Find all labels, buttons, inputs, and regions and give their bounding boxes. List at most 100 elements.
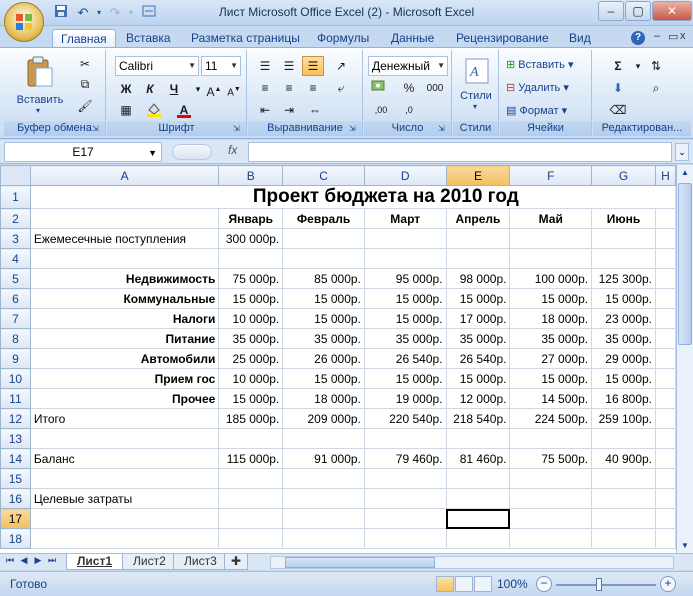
cell[interactable]	[509, 508, 593, 529]
paste-button[interactable]: Вставить ▾	[14, 54, 64, 116]
cell[interactable]	[655, 308, 676, 329]
next-sheet-icon[interactable]: ▶	[32, 555, 44, 566]
expense-value[interactable]: 35 000р.	[509, 328, 593, 349]
cell[interactable]	[509, 248, 593, 269]
expense-value[interactable]: 15 000р.	[282, 288, 365, 309]
expense-value[interactable]: 23 000р.	[591, 308, 657, 329]
cut-icon[interactable]: ✂	[74, 54, 96, 74]
styles-button[interactable]: A Стили ▾	[457, 54, 495, 114]
zoom-slider-track[interactable]	[556, 584, 656, 586]
expense-value[interactable]: 100 000р.	[509, 268, 593, 289]
column-header[interactable]: D	[363, 165, 447, 186]
scroll-up-icon[interactable]: ▲	[678, 165, 692, 180]
cell[interactable]	[655, 208, 676, 229]
cell[interactable]	[509, 468, 593, 489]
month-header[interactable]: Март	[363, 208, 447, 229]
expense-value[interactable]: 15 000р.	[218, 388, 284, 409]
month-header[interactable]: Январь	[218, 208, 284, 229]
borders-icon[interactable]: ▦	[115, 100, 137, 120]
cell[interactable]	[218, 428, 284, 449]
cell[interactable]	[29, 248, 220, 269]
thousands-button[interactable]: 000	[422, 78, 448, 98]
expense-value[interactable]: 75 000р.	[218, 268, 284, 289]
wrap-text-icon[interactable]: ⤶	[330, 78, 352, 98]
row-header[interactable]: 16	[0, 488, 31, 509]
font-name-combo[interactable]: Calibri ▼	[115, 56, 199, 76]
sort-filter-icon[interactable]: ⇅	[645, 56, 667, 76]
close-button[interactable]: ✕	[652, 1, 692, 21]
cell[interactable]	[655, 388, 676, 409]
cell[interactable]	[591, 488, 657, 509]
row-header[interactable]: 9	[0, 348, 31, 369]
expense-value[interactable]: 35 000р.	[445, 328, 511, 349]
balance-value[interactable]: 81 460р.	[445, 448, 511, 469]
zoom-level[interactable]: 100%	[497, 577, 528, 591]
cell[interactable]	[363, 528, 447, 549]
help-icon[interactable]: ?	[631, 31, 645, 45]
cell[interactable]	[655, 408, 676, 429]
expense-value[interactable]: 12 000р.	[445, 388, 511, 409]
orientation-icon[interactable]: ↗	[330, 56, 352, 76]
shrink-font-icon[interactable]: A▼	[223, 79, 245, 99]
month-header[interactable]: Апрель	[445, 208, 511, 229]
cell[interactable]	[655, 228, 676, 249]
align-top-icon[interactable]: ☰	[254, 56, 276, 76]
row-header[interactable]: 10	[0, 368, 31, 389]
cell[interactable]	[282, 528, 365, 549]
expense-label[interactable]: Прием гос	[29, 368, 220, 389]
maximize-button[interactable]: ▢	[625, 1, 651, 21]
scroll-down-icon[interactable]: ▼	[678, 538, 692, 553]
expense-value[interactable]: 95 000р.	[363, 268, 447, 289]
expense-value[interactable]: 15 000р.	[282, 368, 365, 389]
expense-value[interactable]: 15 000р.	[282, 308, 365, 329]
cell[interactable]	[29, 508, 220, 529]
total-value[interactable]: 218 540р.	[445, 408, 511, 429]
expense-label[interactable]: Недвижимость	[29, 268, 220, 289]
cell[interactable]	[591, 528, 657, 549]
income-value[interactable]: 300 000р.	[218, 228, 284, 249]
cell[interactable]	[363, 468, 447, 489]
cell[interactable]	[655, 348, 676, 369]
tab-page-layout[interactable]: Разметка страницы	[183, 29, 308, 48]
cell[interactable]	[445, 228, 511, 249]
zoom-out-icon[interactable]: −	[536, 576, 552, 592]
cell[interactable]	[363, 228, 447, 249]
cell[interactable]	[445, 248, 511, 269]
cell[interactable]	[29, 428, 220, 449]
font-size-combo[interactable]: 11 ▼	[201, 56, 241, 76]
expense-value[interactable]: 125 300р.	[591, 268, 657, 289]
balance-value[interactable]: 79 460р.	[363, 448, 447, 469]
cell[interactable]	[591, 248, 657, 269]
cell[interactable]	[509, 228, 593, 249]
row-header[interactable]: 8	[0, 328, 31, 349]
row-header[interactable]: 1	[0, 185, 31, 209]
last-sheet-icon[interactable]: ⏭	[46, 555, 58, 566]
horizontal-scroll-thumb[interactable]	[285, 557, 435, 568]
sheet-title[interactable]: Проект бюджета на 2010 год	[29, 185, 676, 209]
row-header[interactable]: 18	[0, 528, 31, 549]
bold-button[interactable]: Ж	[115, 79, 137, 99]
expense-label[interactable]: Питание	[29, 328, 220, 349]
tab-insert[interactable]: Вставка	[118, 29, 179, 48]
cell[interactable]	[655, 248, 676, 269]
cell[interactable]	[655, 448, 676, 469]
cell[interactable]	[218, 508, 284, 529]
cell[interactable]	[591, 508, 657, 529]
row-header[interactable]: 5	[0, 268, 31, 289]
expense-value[interactable]: 26 540р.	[445, 348, 511, 369]
column-header[interactable]: G	[591, 165, 657, 186]
row-header[interactable]: 13	[0, 428, 31, 449]
expense-value[interactable]: 27 000р.	[509, 348, 593, 369]
increase-decimal-icon[interactable]: ,00	[370, 100, 392, 120]
autosum-icon[interactable]: Σ	[607, 56, 629, 76]
cell[interactable]	[591, 468, 657, 489]
column-header[interactable]: A	[29, 165, 220, 186]
expense-value[interactable]: 17 000р.	[445, 308, 511, 329]
expense-value[interactable]: 29 000р.	[591, 348, 657, 369]
cell[interactable]	[29, 528, 220, 549]
income-label[interactable]: Ежемесечные поступления	[29, 228, 220, 249]
merge-center-icon[interactable]: ⇔	[304, 100, 326, 120]
currency-icon[interactable]	[368, 78, 390, 98]
row-header[interactable]: 7	[0, 308, 31, 329]
expense-value[interactable]: 15 000р.	[509, 368, 593, 389]
